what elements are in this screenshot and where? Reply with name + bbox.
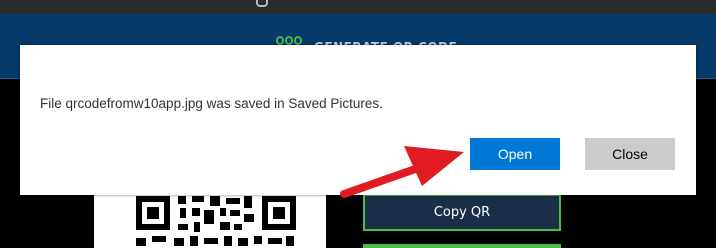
close-button[interactable]: Close [585,138,675,170]
title-bar [0,0,716,14]
dialog-message: File qrcodefromw10app.jpg was saved in S… [40,96,383,111]
qr-code-card [94,186,326,248]
title-bar-icon [256,0,268,7]
red-arrow-annotation [340,146,464,198]
qr-code-image [136,196,296,246]
save-qr-button[interactable] [363,244,561,248]
open-button[interactable]: Open [470,138,560,170]
